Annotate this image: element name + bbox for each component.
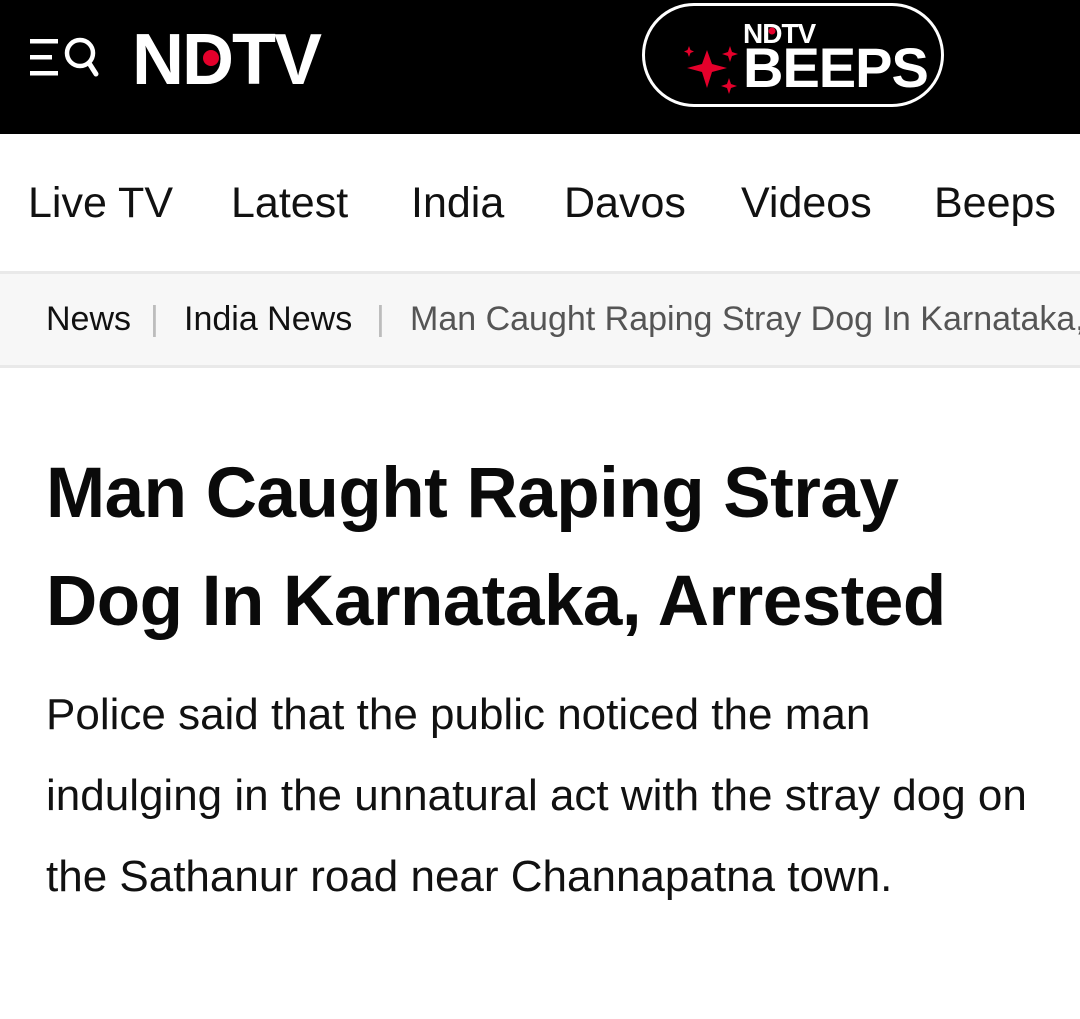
breadcrumb-news[interactable]: News — [46, 288, 131, 350]
article-headline: Man Caught Raping Stray Dog In Karnataka… — [46, 454, 946, 641]
top-header: NDTV NDTV BEEPS — [0, 0, 1080, 134]
ndtv-logo[interactable]: NDTV — [132, 20, 412, 100]
logo-red-dot — [203, 50, 219, 66]
nav-item-videos[interactable]: Videos — [741, 178, 872, 228]
menu-search-icon[interactable] — [28, 34, 100, 84]
beeps-label: BEEPS — [743, 36, 929, 99]
breadcrumb-india-news[interactable]: India News — [184, 288, 352, 350]
breadcrumb-separator: | — [150, 300, 159, 338]
sparkle-icon — [681, 44, 741, 96]
breadcrumb-current: Man Caught Raping Stray Dog In Karnataka… — [410, 300, 1080, 338]
nav-item-davos[interactable]: Davos — [564, 178, 686, 228]
nav-item-live-tv[interactable]: Live TV — [28, 178, 173, 228]
nav-item-beeps[interactable]: Beeps — [934, 178, 1056, 228]
nav-item-latest[interactable]: Latest — [231, 178, 348, 228]
main-nav: Live TV Latest India Davos Videos Beeps — [0, 134, 1080, 271]
breadcrumb-separator: | — [376, 300, 385, 338]
beeps-button[interactable]: NDTV BEEPS — [642, 3, 944, 107]
nav-item-india[interactable]: India — [411, 178, 504, 228]
breadcrumb: News | India News | Man Caught Raping St… — [0, 271, 1080, 368]
logo-text: NDTV — [132, 28, 322, 90]
article-summary: Police said that the public noticed the … — [46, 690, 1027, 901]
